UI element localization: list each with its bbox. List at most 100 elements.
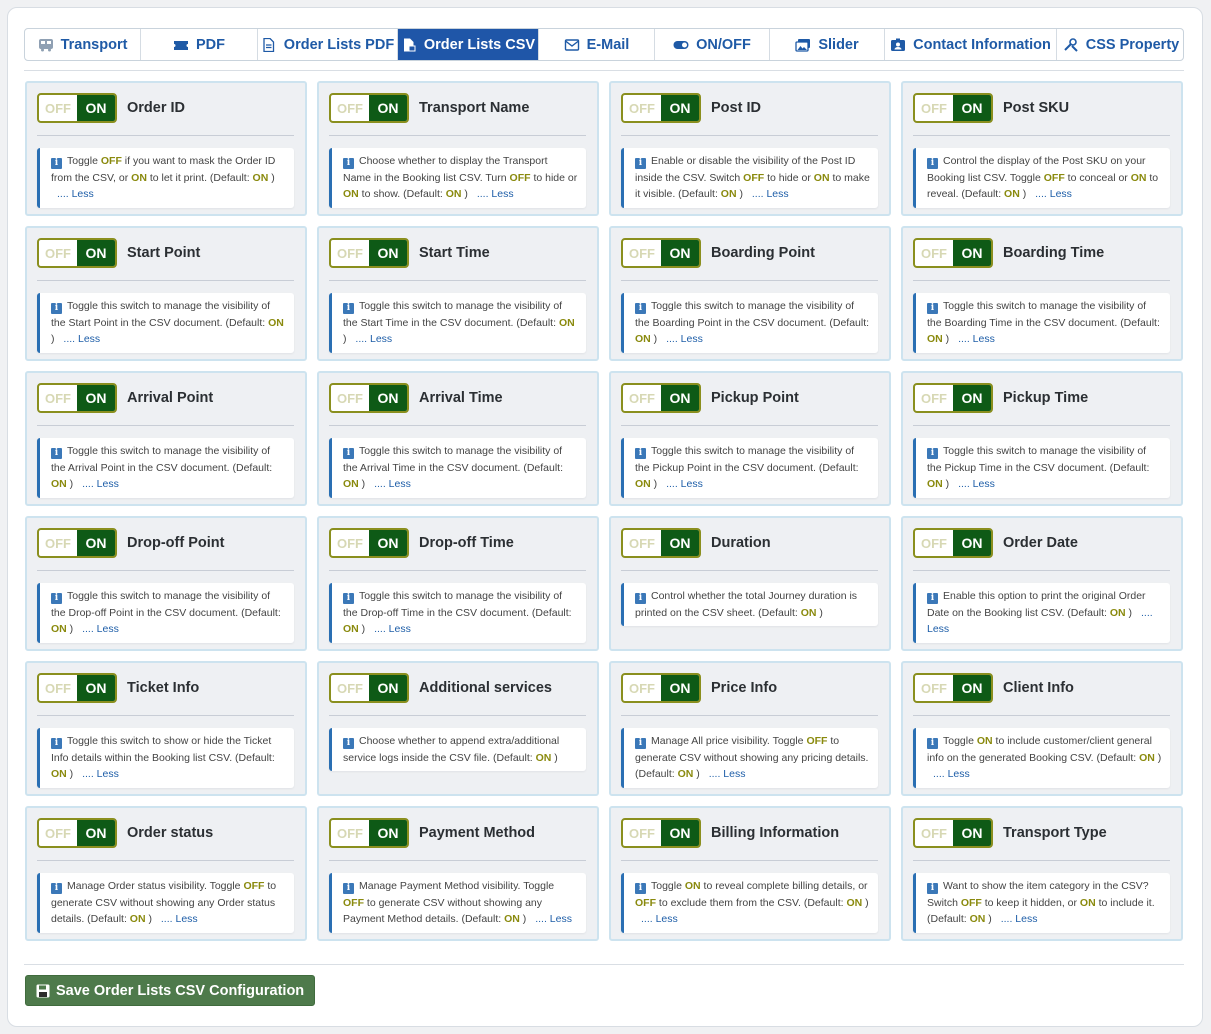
on-off-toggle[interactable]: OFF ON (329, 528, 409, 558)
on-off-toggle[interactable]: OFF ON (913, 238, 993, 268)
less-link[interactable]: .... Less (933, 768, 970, 780)
option-title: Drop-off Point (127, 535, 225, 551)
info-icon: i (51, 883, 62, 894)
on-off-toggle[interactable]: OFF ON (621, 383, 701, 413)
highlight-keyword: ON (927, 333, 943, 346)
description-text: ) (942, 333, 950, 346)
less-link[interactable]: .... Less (57, 188, 94, 200)
tab-transport[interactable]: Transport (25, 29, 141, 60)
highlight-keyword: ON (1109, 606, 1126, 619)
less-link[interactable]: .... Less (82, 623, 119, 635)
save-configuration-button[interactable]: Save Order Lists CSV Configuration (25, 975, 316, 1006)
less-link[interactable]: .... Less (535, 913, 572, 925)
info-icon: i (343, 158, 354, 169)
on-off-toggle[interactable]: OFF ON (37, 93, 117, 123)
on-off-toggle[interactable]: OFF ON (329, 818, 409, 848)
csv-file-icon (401, 38, 417, 52)
less-link[interactable]: .... Less (82, 768, 119, 780)
option-description: i Choose whether to append extra/addition… (329, 728, 586, 772)
less-link[interactable]: .... Less (1035, 188, 1072, 200)
on-off-toggle[interactable]: OFF ON (329, 383, 409, 413)
highlight-keyword: ON (343, 623, 359, 636)
description-text: ) (66, 768, 74, 781)
option-card-header: OFF ON Transport Type (913, 818, 1170, 861)
tab-order-lists-pdf[interactable]: Order Lists PDF (258, 29, 398, 60)
on-off-toggle[interactable]: OFF ON (329, 238, 409, 268)
option-description: i Toggle OFF if you want to mask the Orde… (37, 148, 294, 208)
option-card-header: OFF ON Pickup Point (621, 383, 878, 426)
tab-slider[interactable]: Slider (770, 29, 885, 60)
highlight-keyword: OFF (1043, 171, 1065, 184)
less-link[interactable]: .... Less (958, 478, 995, 490)
less-link[interactable]: .... Less (666, 478, 703, 490)
option-card-post-sku: OFF ON Post SKU i Control the display of the… (901, 81, 1183, 216)
tab-contact-information[interactable]: Contact Information (885, 29, 1057, 60)
on-off-toggle[interactable]: OFF ON (621, 673, 701, 703)
highlight-keyword: ON (252, 171, 269, 184)
on-off-toggle[interactable]: OFF ON (913, 93, 993, 123)
highlight-keyword: ON (720, 188, 737, 201)
less-link[interactable]: .... Less (1001, 913, 1038, 925)
option-card-header: OFF ON Transport Name (329, 93, 586, 136)
footer-divider (24, 964, 1184, 965)
on-off-toggle[interactable]: OFF ON (913, 528, 993, 558)
on-off-toggle[interactable]: OFF ON (37, 528, 117, 558)
less-link[interactable]: .... Less (641, 913, 678, 925)
on-off-toggle[interactable]: OFF ON (913, 383, 993, 413)
on-off-toggle[interactable]: OFF ON (621, 818, 701, 848)
description-text: Manage All price visibility. Toggle (651, 735, 807, 747)
less-link[interactable]: .... Less (958, 333, 995, 345)
less-link[interactable]: .... Less (374, 478, 411, 490)
less-link[interactable]: .... Less (63, 333, 100, 345)
less-link[interactable]: .... Less (82, 478, 119, 490)
less-link[interactable]: .... Less (161, 913, 198, 925)
ticket-icon (173, 38, 189, 52)
toggle-on-label: ON (77, 385, 115, 411)
highlight-keyword: OFF (806, 735, 828, 747)
on-off-toggle[interactable]: OFF ON (913, 818, 993, 848)
highlight-keyword: ON (1130, 171, 1147, 184)
toggle-off-label: OFF (337, 245, 363, 261)
description-text: Toggle this switch to manage the visibil… (51, 300, 271, 329)
on-off-toggle[interactable]: OFF ON (329, 673, 409, 703)
on-off-toggle[interactable]: OFF ON (37, 383, 117, 413)
tab-e-mail[interactable]: E-Mail (539, 29, 655, 60)
toggle-off-label: OFF (629, 390, 655, 406)
less-link[interactable]: .... Less (709, 768, 746, 780)
less-link[interactable]: .... Less (374, 623, 411, 635)
on-off-toggle[interactable]: OFF ON (913, 673, 993, 703)
on-off-toggle[interactable]: OFF ON (37, 673, 117, 703)
option-card-header: OFF ON Pickup Time (913, 383, 1170, 426)
tab-on-off[interactable]: ON/OFF (655, 29, 770, 60)
on-off-toggle[interactable]: OFF ON (329, 93, 409, 123)
toggle-on-label: ON (369, 820, 407, 846)
highlight-keyword: ON (1079, 896, 1096, 909)
description-text: to show. (Default: (358, 188, 446, 201)
on-off-toggle[interactable]: OFF ON (621, 93, 701, 123)
tab-pdf[interactable]: PDF (141, 29, 258, 60)
tab-order-lists-csv[interactable]: Order Lists CSV (398, 29, 539, 60)
tools-icon (1063, 37, 1079, 52)
option-card-header: OFF ON Duration (621, 528, 878, 571)
toggle-icon (673, 38, 689, 52)
less-link[interactable]: .... Less (752, 188, 789, 200)
highlight-keyword: ON (51, 768, 67, 781)
tab-label: CSS Property (1085, 36, 1180, 53)
toggle-on-label: ON (661, 240, 699, 266)
on-off-toggle[interactable]: OFF ON (37, 238, 117, 268)
option-card-drop-off-time: OFF ON Drop-off Time i Toggle this switch to… (317, 516, 599, 651)
on-off-toggle[interactable]: OFF ON (621, 528, 701, 558)
less-link[interactable]: .... Less (666, 333, 703, 345)
info-icon: i (343, 448, 354, 459)
info-icon: i (635, 303, 646, 314)
less-link[interactable]: .... Less (355, 333, 392, 345)
on-off-toggle[interactable]: OFF ON (37, 818, 117, 848)
tab-label: Contact Information (913, 36, 1051, 53)
option-card-transport-name: OFF ON Transport Name i Choose whether to di… (317, 81, 599, 216)
toggle-on-label: ON (661, 95, 699, 121)
on-off-toggle[interactable]: OFF ON (621, 238, 701, 268)
info-icon: i (51, 448, 62, 459)
less-link[interactable]: .... Less (477, 188, 514, 200)
tab-css-property[interactable]: CSS Property (1057, 29, 1183, 60)
option-card-header: OFF ON Post ID (621, 93, 878, 136)
